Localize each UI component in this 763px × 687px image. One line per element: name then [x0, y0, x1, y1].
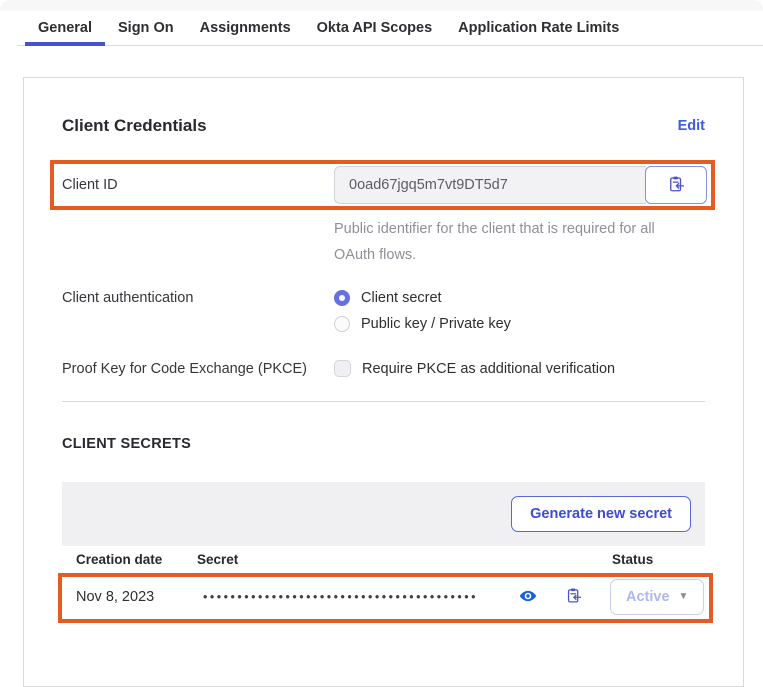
radio-client-secret-label: Client secret — [361, 290, 442, 306]
pkce-checkbox-option[interactable]: Require PKCE as additional verification — [334, 360, 615, 377]
panel-title: Client Credentials — [62, 116, 207, 136]
general-settings-card: Client Credentials Edit Client ID 0oad67… — [23, 77, 744, 687]
client-secrets-heading: CLIENT SECRETS — [62, 436, 705, 452]
header-secret: Secret — [197, 552, 612, 567]
pkce-row: Proof Key for Code Exchange (PKCE) Requi… — [62, 360, 705, 377]
secret-creation-date: Nov 8, 2023 — [76, 589, 197, 605]
tab-assignments[interactable]: Assignments — [187, 11, 304, 45]
clipboard-copy-icon — [667, 175, 685, 196]
app-tab-bar: General Sign On Assignments Okta API Sco… — [17, 11, 763, 46]
tab-general[interactable]: General — [25, 11, 105, 45]
generate-new-secret-button[interactable]: Generate new secret — [511, 496, 691, 532]
secret-status-cell: Active ▼ — [612, 579, 705, 615]
tab-okta-api-scopes[interactable]: Okta API Scopes — [304, 11, 446, 45]
section-divider — [62, 401, 705, 402]
header-creation-date: Creation date — [76, 552, 197, 567]
radio-client-secret[interactable]: Client secret — [334, 290, 511, 306]
eye-icon — [519, 587, 537, 608]
client-id-label: Client ID — [62, 177, 334, 193]
pkce-checkbox[interactable] — [334, 360, 351, 377]
window-top-strip — [0, 0, 763, 11]
tab-sign-on[interactable]: Sign On — [105, 11, 187, 45]
copy-client-id-button[interactable] — [645, 166, 707, 204]
edit-link[interactable]: Edit — [678, 118, 705, 134]
pkce-label: Proof Key for Code Exchange (PKCE) — [62, 361, 334, 377]
secrets-table-header: Creation date Secret Status — [62, 546, 705, 574]
client-authentication-row: Client authentication Client secret Publ… — [62, 290, 705, 332]
client-id-row: Client ID 0oad67jgq5m7vt9DT5d7 — [62, 166, 705, 204]
tab-application-rate-limits[interactable]: Application Rate Limits — [445, 11, 632, 45]
client-authentication-options: Client secret Public key / Private key — [334, 290, 511, 332]
radio-public-private-key-label: Public key / Private key — [361, 316, 511, 332]
header-status: Status — [612, 552, 705, 567]
client-id-help-text: Public identifier for the client that is… — [334, 216, 682, 268]
masked-secret-value: •••••••••••••••••••••••••••••••••••••••• — [197, 590, 513, 604]
client-id-value-field[interactable]: 0oad67jgq5m7vt9DT5d7 — [334, 166, 646, 204]
secret-table-row: Nov 8, 2023 ••••••••••••••••••••••••••••… — [62, 574, 705, 621]
client-authentication-label: Client authentication — [62, 290, 334, 306]
radio-selected-icon[interactable] — [334, 290, 350, 306]
client-secrets-toolbar: Generate new secret — [62, 482, 705, 546]
secret-cell: •••••••••••••••••••••••••••••••••••••••• — [197, 587, 612, 608]
clipboard-copy-icon — [565, 587, 582, 607]
reveal-secret-button[interactable] — [519, 587, 537, 608]
radio-unselected-icon[interactable] — [334, 316, 350, 332]
chevron-down-icon: ▼ — [679, 592, 689, 602]
client-id-group: 0oad67jgq5m7vt9DT5d7 — [334, 166, 707, 204]
status-dropdown-button[interactable]: Active ▼ — [610, 579, 704, 615]
radio-public-private-key[interactable]: Public key / Private key — [334, 316, 511, 332]
copy-secret-button[interactable] — [565, 587, 582, 607]
status-badge: Active — [626, 589, 670, 605]
pkce-checkbox-label: Require PKCE as additional verification — [362, 361, 615, 377]
client-credentials-header: Client Credentials Edit — [62, 116, 705, 136]
